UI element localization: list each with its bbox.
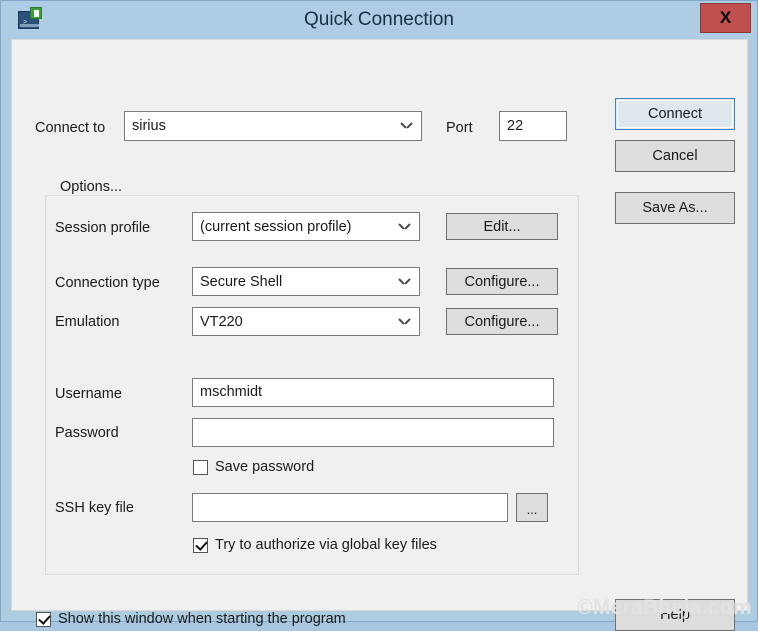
configure-connection-button[interactable]: Configure... xyxy=(446,268,558,295)
username-input[interactable]: mschmidt xyxy=(192,378,554,407)
ssh-key-file-input[interactable] xyxy=(192,493,508,522)
global-key-files-label: Try to authorize via global key files xyxy=(215,537,437,553)
save-password-checkbox[interactable]: Save password xyxy=(193,459,314,475)
configure-emulation-button[interactable]: Configure... xyxy=(446,308,558,335)
dialog-client-area: Connect to sirius Port 22 Connect Cancel… xyxy=(11,39,748,611)
session-profile-combobox[interactable]: (current session profile) xyxy=(192,212,420,241)
quick-connection-window: >_ Quick Connection X Connect to sirius … xyxy=(0,0,758,622)
checkbox-box-icon xyxy=(193,460,208,475)
connect-button[interactable]: Connect xyxy=(615,98,735,130)
emulation-label: Emulation xyxy=(55,314,119,330)
session-profile-label: Session profile xyxy=(55,220,150,236)
window-title: Quick Connection xyxy=(1,1,757,39)
chevron-down-icon xyxy=(401,122,412,130)
emulation-value: VT220 xyxy=(200,314,243,330)
password-input[interactable] xyxy=(192,418,554,447)
checkbox-box-icon xyxy=(36,612,51,627)
host-combobox-value: sirius xyxy=(132,118,166,134)
title-bar: >_ Quick Connection X xyxy=(1,1,757,39)
username-label: Username xyxy=(55,386,122,402)
close-button[interactable]: X xyxy=(700,3,751,33)
username-input-value: mschmidt xyxy=(200,385,262,400)
connect-to-label: Connect to xyxy=(35,120,105,136)
show-window-on-start-checkbox[interactable]: Show this window when starting the progr… xyxy=(36,611,346,627)
session-profile-value: (current session profile) xyxy=(200,219,352,235)
chevron-down-icon xyxy=(399,318,410,326)
browse-ssh-key-button[interactable]: ... xyxy=(516,493,548,522)
checkbox-box-icon xyxy=(193,538,208,553)
port-input[interactable]: 22 xyxy=(499,111,567,141)
connection-type-combobox[interactable]: Secure Shell xyxy=(192,267,420,296)
ssh-key-file-label: SSH key file xyxy=(55,500,134,516)
connection-type-value: Secure Shell xyxy=(200,274,282,290)
show-window-on-start-label: Show this window when starting the progr… xyxy=(58,611,346,627)
global-key-files-checkbox[interactable]: Try to authorize via global key files xyxy=(193,537,437,553)
chevron-down-icon xyxy=(399,223,410,231)
host-combobox[interactable]: sirius xyxy=(124,111,422,141)
port-label: Port xyxy=(446,120,473,136)
watermark: ©MeraBheja.com xyxy=(577,596,752,620)
connection-type-label: Connection type xyxy=(55,275,160,291)
chevron-down-icon xyxy=(399,278,410,286)
emulation-combobox[interactable]: VT220 xyxy=(192,307,420,336)
password-label: Password xyxy=(55,425,119,441)
options-groupbox-title: Options... xyxy=(55,179,127,195)
cancel-button[interactable]: Cancel xyxy=(615,140,735,172)
save-as-button[interactable]: Save As... xyxy=(615,192,735,224)
edit-profile-button[interactable]: Edit... xyxy=(446,213,558,240)
port-input-value: 22 xyxy=(507,119,523,134)
save-password-label: Save password xyxy=(215,459,314,475)
